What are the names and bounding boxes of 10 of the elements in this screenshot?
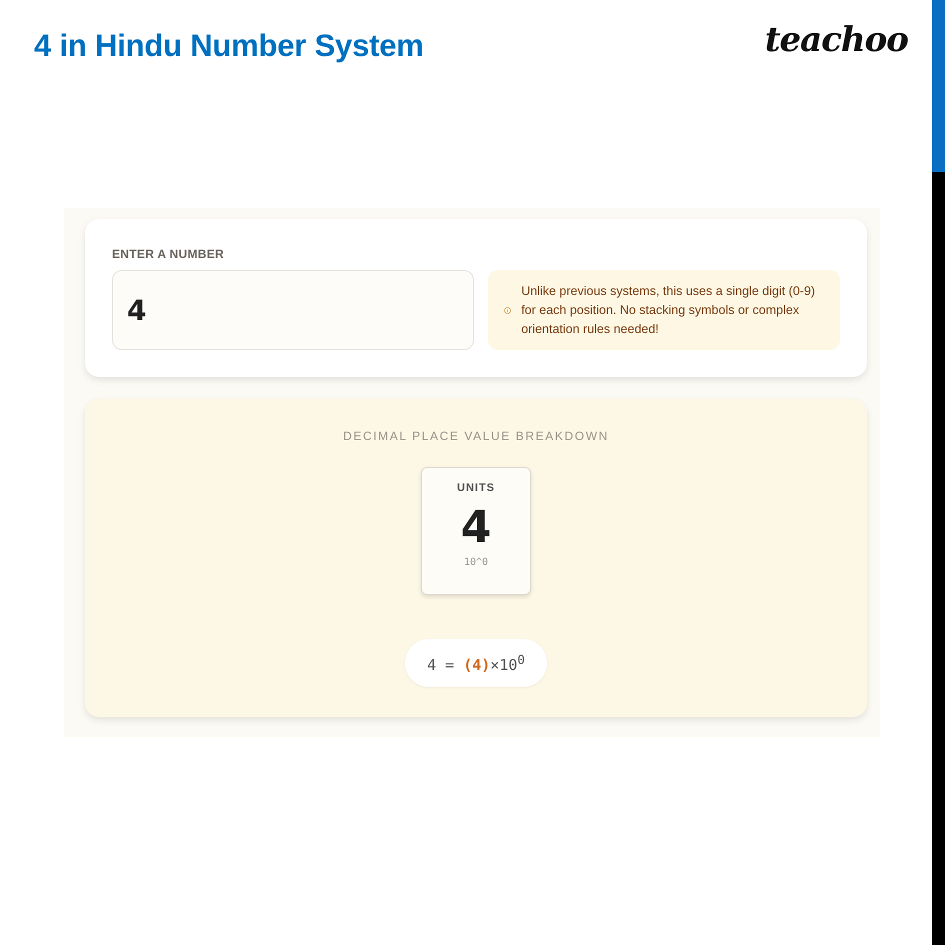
place-digit: 4 [460,502,492,553]
equation-text: 4 = (4)×10$^{0}$ [405,639,547,687]
field-label: ENTER A NUMBER [112,247,225,261]
slide-title: 4 in Hindu Number System [34,28,424,64]
place-power: 10^0 [464,557,488,568]
number-input[interactable]: 4 [112,270,474,350]
logo: teachoo [764,20,908,60]
note-text: Unlike previous systems, this uses a single digit (0-9) for each position. No stacking symbols or complex orientation rules needed! [521,282,816,338]
panel-title: DECIMAL PLACE VALUE BREAKDOWN [343,429,609,443]
place-label: UNITS [457,482,495,494]
